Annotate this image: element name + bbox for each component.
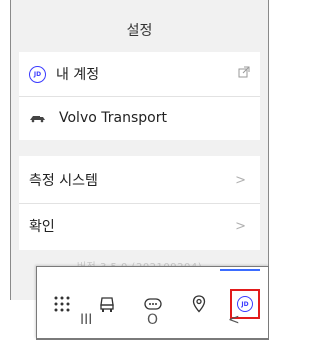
- system-navigation-bar: III O <: [36, 302, 269, 338]
- my-account-label: 내 계정: [56, 67, 100, 83]
- settings-item-confirm[interactable]: 확인 >: [19, 204, 260, 248]
- chevron-right-icon: >: [235, 218, 246, 234]
- home-button[interactable]: O: [147, 312, 158, 328]
- confirm-label: 확인: [29, 219, 55, 235]
- account-card: JD 내 계정 Volvo Transport: [19, 52, 260, 140]
- recents-button[interactable]: III: [80, 312, 92, 328]
- settings-card: 측정 시스템 > 확인 >: [19, 156, 260, 250]
- frame-bottom-edge: [36, 339, 269, 340]
- my-account-row[interactable]: JD 내 계정: [19, 52, 260, 96]
- transport-row[interactable]: Volvo Transport: [19, 96, 260, 140]
- truck-icon: [30, 116, 45, 123]
- chevron-right-icon: >: [235, 172, 246, 188]
- settings-item-measurement[interactable]: 측정 시스템 >: [19, 158, 260, 202]
- external-link-icon: [238, 66, 250, 78]
- transport-label: Volvo Transport: [59, 110, 167, 126]
- phone-frame: 설정 JD 내 계정 Volvo Transport 측정 시스템 > 확인 >…: [10, 0, 269, 353]
- measurement-system-label: 측정 시스템: [29, 173, 98, 189]
- page-title: 설정: [126, 23, 153, 39]
- selected-tab-indicator: [220, 269, 260, 271]
- back-button[interactable]: <: [228, 312, 240, 328]
- account-avatar-badge: JD: [29, 65, 46, 83]
- settings-screen: 설정 JD 내 계정 Volvo Transport 측정 시스템 > 확인 >: [10, 0, 269, 300]
